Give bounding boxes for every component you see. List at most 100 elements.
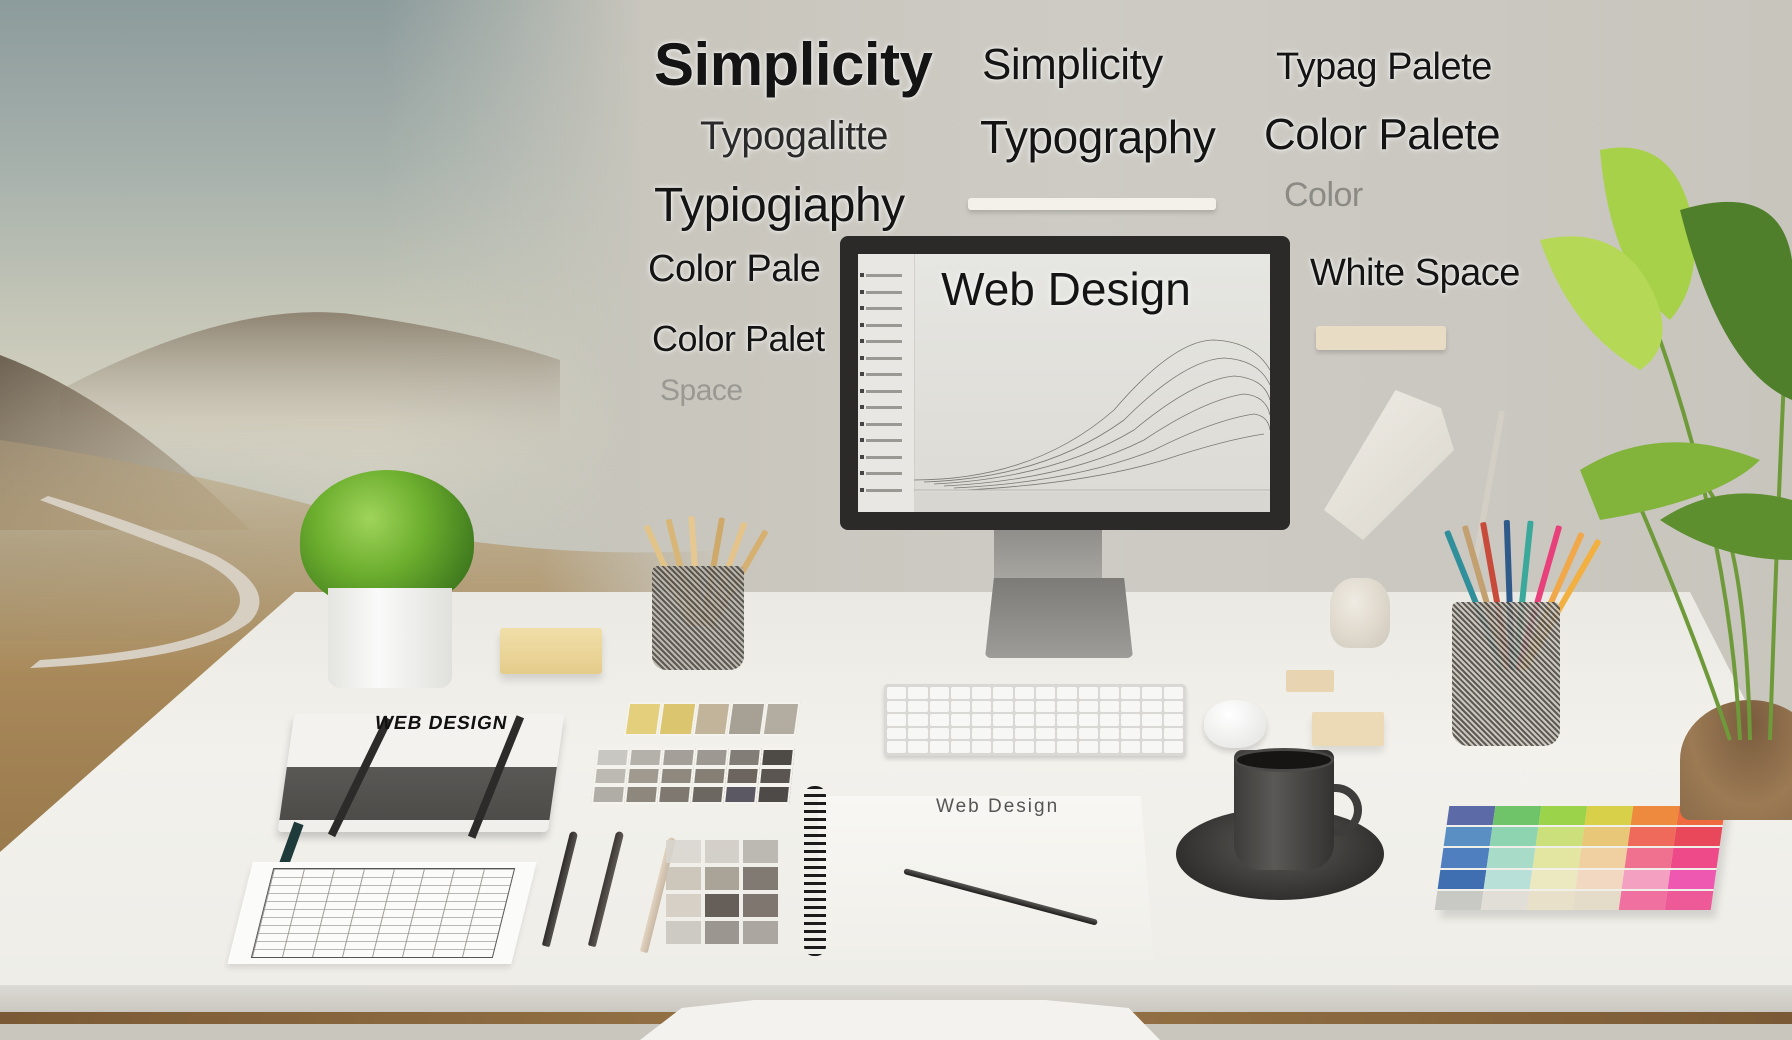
color-fan-swatch[interactable] (1535, 827, 1585, 847)
keyboard-key[interactable] (1036, 714, 1056, 726)
keyboard-key[interactable] (1036, 700, 1056, 713)
keyboard-key[interactable] (1142, 741, 1162, 753)
screen-sidebar-item[interactable] (866, 439, 902, 442)
color-fan-swatch[interactable] (1489, 827, 1539, 847)
color-fan-swatch[interactable] (1486, 848, 1536, 868)
keyboard-key[interactable] (887, 687, 907, 699)
color-fan-swatch[interactable] (1443, 827, 1493, 847)
screen-sidebar-item[interactable] (866, 340, 902, 343)
keyboard-key[interactable] (1057, 741, 1077, 753)
keyboard-key[interactable] (1163, 727, 1183, 740)
keyboard-key[interactable] (1121, 700, 1141, 713)
keyboard-key[interactable] (929, 714, 949, 726)
color-swatch[interactable] (666, 840, 701, 863)
color-swatch[interactable] (624, 785, 660, 804)
keyboard-key[interactable] (1121, 714, 1141, 726)
keyboard-key[interactable] (908, 700, 928, 713)
keyboard-key[interactable] (1099, 714, 1120, 726)
color-fan-swatch[interactable] (1529, 869, 1579, 889)
keyboard-key[interactable] (929, 700, 949, 713)
keyboard-key[interactable] (1036, 687, 1056, 699)
screen-sidebar-icon[interactable] (860, 339, 864, 343)
screen-sidebar-icon[interactable] (860, 355, 864, 360)
color-swatch[interactable] (759, 748, 795, 767)
color-swatch[interactable] (704, 921, 740, 944)
keyboard-key[interactable] (1036, 727, 1056, 740)
keyboard-key[interactable] (1014, 714, 1034, 726)
color-fan-deck[interactable] (1434, 806, 1726, 910)
keyboard-key[interactable] (887, 741, 907, 753)
keyboard-key[interactable] (908, 687, 928, 699)
color-swatch[interactable] (666, 894, 701, 917)
keyboard-key[interactable] (908, 727, 928, 740)
keyboard-key[interactable] (929, 741, 949, 753)
screen-sidebar-item[interactable] (866, 373, 902, 376)
screen-sidebar-item[interactable] (866, 488, 902, 492)
screen-sidebar-item[interactable] (866, 406, 902, 409)
keyboard-key[interactable] (1078, 700, 1098, 713)
keyboard-key[interactable] (950, 741, 971, 753)
keyboard-key[interactable] (950, 687, 971, 699)
color-fan-swatch[interactable] (1624, 848, 1674, 868)
color-fan-swatch[interactable] (1572, 890, 1622, 910)
keyboard-key[interactable] (972, 727, 992, 740)
screen-sidebar-icon[interactable] (860, 471, 864, 475)
color-swatch[interactable] (743, 921, 778, 944)
keyboard-key[interactable] (993, 687, 1013, 699)
keyboard-key[interactable] (1142, 700, 1162, 713)
color-swatch[interactable] (666, 921, 701, 944)
keyboard-key[interactable] (1014, 687, 1034, 699)
color-fan-swatch[interactable] (1578, 848, 1628, 868)
keyboard-key[interactable] (1036, 741, 1056, 753)
color-swatch[interactable] (743, 894, 778, 917)
color-swatch[interactable] (726, 748, 762, 767)
screen-sidebar-item[interactable] (866, 472, 902, 475)
color-fan-swatch[interactable] (1440, 848, 1490, 868)
color-fan-swatch[interactable] (1532, 848, 1582, 868)
screen-sidebar-item[interactable] (866, 455, 902, 459)
color-swatch[interactable] (758, 766, 793, 786)
color-swatch[interactable] (761, 702, 801, 736)
color-swatch[interactable] (692, 766, 727, 786)
screen-sidebar-icon[interactable] (860, 405, 864, 409)
keyboard-key[interactable] (1099, 727, 1120, 740)
keyboard-key[interactable] (950, 727, 971, 740)
color-swatch[interactable] (690, 785, 726, 804)
keyboard-key[interactable] (929, 687, 949, 699)
screen-sidebar-icon[interactable] (860, 438, 864, 442)
sticky-note-pad[interactable] (500, 628, 602, 674)
color-swatch[interactable] (591, 785, 627, 804)
color-swatch[interactable] (626, 766, 661, 786)
keyboard-key[interactable] (908, 741, 928, 753)
color-fan-swatch[interactable] (1575, 869, 1625, 889)
keyboard-key[interactable] (1142, 687, 1162, 699)
keyboard-key[interactable] (1099, 700, 1120, 713)
screen-sidebar-item[interactable] (866, 422, 902, 426)
keyboard-key[interactable] (887, 714, 907, 726)
keyboard-key[interactable] (1142, 727, 1162, 740)
color-swatch[interactable] (726, 702, 767, 736)
color-fan-swatch[interactable] (1434, 890, 1484, 910)
color-swatch[interactable] (660, 748, 696, 767)
color-swatch[interactable] (756, 785, 792, 804)
screen-sidebar-icon[interactable] (860, 454, 864, 459)
keyboard-key[interactable] (1078, 714, 1098, 726)
color-fan-swatch[interactable] (1483, 869, 1533, 889)
keyboard-key[interactable] (1163, 700, 1183, 713)
keyboard-key[interactable] (950, 714, 971, 726)
screen-sidebar-item[interactable] (866, 356, 902, 360)
color-fan-swatch[interactable] (1538, 806, 1588, 826)
keyboard-key[interactable] (1121, 687, 1141, 699)
color-swatch[interactable] (594, 748, 630, 767)
color-fan-swatch[interactable] (1627, 827, 1677, 847)
keyboard-key[interactable] (887, 700, 907, 713)
screen-sidebar-item[interactable] (866, 323, 902, 327)
color-swatch[interactable] (627, 748, 663, 767)
color-fan-swatch[interactable] (1673, 827, 1723, 847)
color-fan-swatch[interactable] (1526, 890, 1576, 910)
keyboard-key[interactable] (1099, 741, 1120, 753)
screen-sidebar-icon[interactable] (860, 388, 864, 393)
keyboard-key[interactable] (972, 687, 992, 699)
color-swatch[interactable] (657, 785, 693, 804)
screen-sidebar-icon[interactable] (860, 322, 864, 327)
